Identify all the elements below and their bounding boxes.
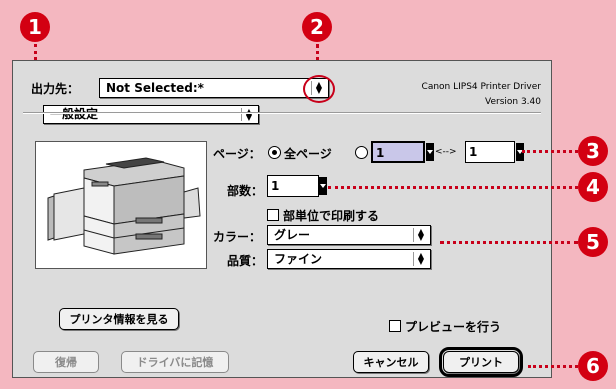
print-dialog: 出力先： Not Selected:* ▲ ▼ Canon LIPS4 Print… (12, 60, 552, 378)
callout-5: 5 (578, 227, 608, 257)
page-to-field[interactable]: 1 (465, 141, 515, 163)
all-pages-label: 全ページ (284, 147, 332, 161)
collate-checkbox[interactable] (267, 209, 279, 221)
color-value: グレー (274, 228, 311, 242)
copies-value: 1 (271, 179, 280, 193)
print-button[interactable]: プリント (439, 347, 523, 377)
page-range-radio[interactable] (355, 146, 368, 159)
range-separator: <--> (435, 147, 457, 157)
section-divider (23, 112, 541, 114)
callout-5-leader (440, 241, 578, 244)
callout-6: 6 (578, 351, 608, 381)
callout-4: 4 (578, 172, 608, 202)
callout-1: 1 (20, 12, 50, 42)
page-from-field[interactable]: 1 (371, 141, 425, 163)
destination-label: 出力先： (31, 82, 80, 96)
callout-2: 2 (302, 12, 332, 42)
callout-3-leader (522, 150, 578, 153)
callout-4-leader (328, 186, 578, 189)
panel-selector-popup[interactable]: 一般設定 ▲ ▼ (43, 105, 259, 124)
page-from-stepper[interactable] (426, 143, 434, 161)
color-label: カラー： (213, 230, 262, 244)
callout-6-leader (528, 365, 578, 368)
panel-selector-value: 一般設定 (50, 107, 99, 121)
preview-check-label: プレビューを行う (405, 320, 502, 334)
save-to-driver-button[interactable]: ドライバに記憶 (121, 351, 229, 373)
copies-stepper[interactable] (319, 177, 327, 195)
quality-value: ファイン (274, 252, 323, 266)
cancel-button[interactable]: キャンセル (353, 351, 429, 373)
pages-label: ページ： (213, 147, 261, 161)
driver-name: Canon LIPS4 Printer Driver (421, 82, 541, 92)
driver-version: Version 3.40 (485, 97, 541, 107)
up-down-arrows-icon: ▲ ▼ (413, 228, 428, 242)
up-down-arrows-icon: ▲ ▼ (413, 252, 428, 266)
collate-label: 部単位で印刷する (283, 209, 380, 223)
destination-value: Not Selected:* (106, 81, 204, 95)
page-to-value: 1 (469, 145, 478, 159)
preview-checkbox[interactable] (389, 320, 401, 332)
printer-info-button[interactable]: プリンタ情報を見る (59, 308, 179, 330)
color-popup[interactable]: グレー ▲ ▼ (267, 225, 431, 245)
restore-button[interactable]: 復帰 (33, 351, 99, 373)
printer-preview (35, 141, 207, 269)
quality-label: 品質： (227, 254, 264, 268)
callout-2-highlight-ring (303, 75, 335, 103)
up-down-arrows-icon: ▲ ▼ (241, 108, 256, 122)
copies-field[interactable]: 1 (267, 175, 319, 197)
copies-label: 部数： (227, 184, 264, 198)
page-from-value: 1 (376, 146, 385, 160)
destination-popup[interactable]: Not Selected:* ▲ ▼ (99, 78, 329, 98)
quality-popup[interactable]: ファイン ▲ ▼ (267, 249, 431, 269)
callout-3: 3 (578, 136, 608, 166)
printer-illustration (47, 157, 201, 255)
all-pages-radio[interactable] (268, 146, 281, 159)
